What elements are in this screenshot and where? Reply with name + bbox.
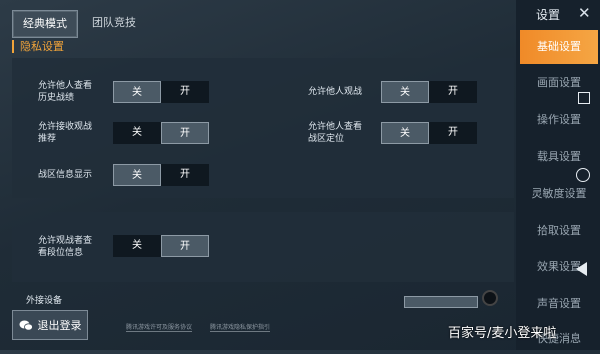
sidebar-item-basic[interactable]: 基础设置 — [520, 30, 598, 64]
toggle-off-option[interactable]: 关 — [381, 81, 429, 103]
watermark-text: 百家号/麦小登来啦 — [448, 326, 557, 341]
toggle-on-option[interactable]: 开 — [161, 81, 209, 103]
toggle-on-option[interactable]: 开 — [429, 122, 477, 144]
tab-team-deathmatch[interactable]: 团队竞技 — [86, 10, 142, 36]
external-device-toggle[interactable] — [404, 296, 478, 308]
toggle-off-option[interactable]: 关 — [113, 235, 161, 257]
option-label-spectate: 允许他人观战 — [308, 87, 363, 97]
sidebar-item-controls[interactable]: 操作设置 — [520, 103, 598, 137]
toggle-zone-location[interactable]: 关 开 — [381, 122, 477, 144]
back-icon[interactable] — [576, 262, 587, 276]
external-device-label: 外接设备 — [26, 296, 63, 306]
wechat-icon — [19, 320, 33, 331]
home-icon[interactable] — [576, 168, 590, 182]
toggle-spectate[interactable]: 关 开 — [381, 81, 477, 103]
option-label-history: 允许他人查看 历史战绩 — [38, 81, 93, 103]
sidebar-item-sound[interactable]: 声音设置 — [520, 287, 598, 321]
service-agreement-link[interactable]: 腾讯游戏许可及服务协议 — [126, 322, 193, 332]
option-label-rank-info: 允许观战者查 看段位信息 — [38, 236, 93, 258]
section-title-privacy: 隐私设置 — [12, 40, 64, 53]
toggle-off-option[interactable]: 关 — [113, 164, 161, 186]
privacy-guide-link[interactable]: 腾讯游戏隐私保护指引 — [210, 322, 271, 332]
logout-label: 退出登录 — [37, 319, 82, 332]
toggle-on-option[interactable]: 开 — [161, 164, 209, 186]
close-icon[interactable]: ✕ — [578, 4, 591, 22]
sidebar-item-pickup[interactable]: 拾取设置 — [520, 214, 598, 248]
toggle-on-option[interactable]: 开 — [429, 81, 477, 103]
toggle-history[interactable]: 关 开 — [113, 81, 209, 103]
mode-tabs: 经典模式 团队竞技 — [0, 0, 520, 38]
recent-apps-icon[interactable] — [578, 92, 590, 104]
sidebar-item-sensitivity[interactable]: 灵敏度设置 — [520, 177, 598, 211]
camera-cutout-icon — [482, 290, 498, 306]
settings-title: 设置 — [536, 8, 561, 22]
tab-classic-mode[interactable]: 经典模式 — [12, 10, 78, 38]
toggle-off-option[interactable]: 关 — [113, 122, 161, 144]
option-label-zone-location: 允许他人查看 战区定位 — [308, 122, 363, 144]
option-label-spectate-recommend: 允许接收观战 推荐 — [38, 122, 93, 144]
toggle-zone-info[interactable]: 关 开 — [113, 164, 209, 186]
option-label-zone-info: 战区信息显示 — [38, 170, 93, 180]
logout-button[interactable]: 退出登录 — [12, 310, 88, 340]
toggle-on-option[interactable]: 开 — [161, 122, 209, 144]
toggle-on-option[interactable]: 开 — [161, 235, 209, 257]
toggle-off-option[interactable]: 关 — [381, 122, 429, 144]
toggle-rank-info[interactable]: 关 开 — [113, 235, 209, 257]
toggle-off-option[interactable]: 关 — [113, 81, 161, 103]
toggle-spectate-recommend[interactable]: 关 开 — [113, 122, 209, 144]
